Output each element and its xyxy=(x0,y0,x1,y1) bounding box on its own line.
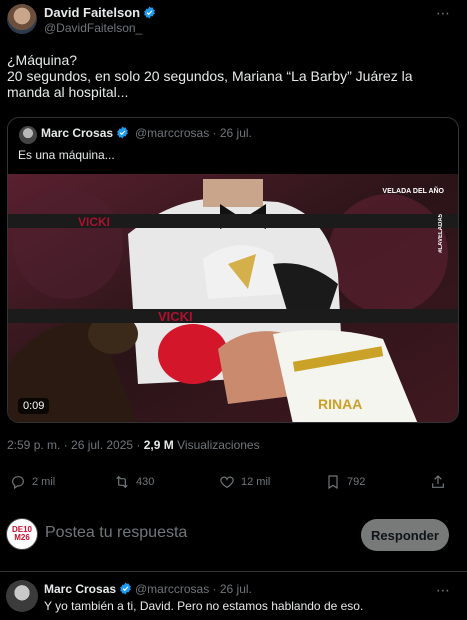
reply-count: 2 mil xyxy=(32,476,56,488)
velada-hashtag: #LAVELADA5 xyxy=(438,214,444,253)
tweet-timestamp: 2:59 p. m. · 26 jul. 2025 · 2,9 M Visual… xyxy=(7,438,260,452)
timestamp-text[interactable]: 2:59 p. m. · 26 jul. 2025 · xyxy=(7,438,140,452)
video-player[interactable]: VICKI RINAA VICKI VELADA DEL AÑO #LAVELA… xyxy=(8,174,458,422)
quoted-text: Es una máquina... xyxy=(18,148,115,162)
reply-submit-button[interactable]: Responder xyxy=(361,519,449,551)
like-button[interactable]: 12 mil xyxy=(219,474,270,490)
author-name[interactable]: David Faitelson xyxy=(44,5,156,20)
main-tweet: David Faitelson @DavidFaitelson_ ⋯ ¿Máqu… xyxy=(0,0,467,572)
action-bar: 2 mil 430 12 mil 792 xyxy=(0,474,467,498)
quoted-author-name-text: Marc Crosas xyxy=(41,126,114,140)
more-options-icon[interactable]: ⋯ xyxy=(436,5,451,22)
heart-icon xyxy=(220,476,234,489)
author-name-text[interactable]: David Faitelson xyxy=(44,5,140,20)
repost-count: 430 xyxy=(136,476,155,488)
reply-icon xyxy=(12,476,24,490)
reply-text: Y yo también a ti, David. Pero no estamo… xyxy=(44,599,364,613)
reply-tweet[interactable]: Marc Crosas @marccrosas · 26 jul. ⋯ Y yo… xyxy=(0,572,467,620)
tweet-text-line2: 20 segundos, en solo 20 segundos, Marian… xyxy=(7,68,413,100)
reply-author-avatar[interactable] xyxy=(6,580,38,612)
share-icon xyxy=(432,475,444,488)
verified-badge-icon xyxy=(120,582,131,595)
views-label: Visualizaciones xyxy=(177,438,260,452)
quoted-meta: @marccrosas · 26 jul. xyxy=(135,126,252,140)
verified-badge-icon xyxy=(117,126,128,139)
boxing-video-frame: VICKI RINAA VICKI xyxy=(8,174,458,422)
bookmark-count: 792 xyxy=(347,476,366,488)
rope-logo-mid: VICKI xyxy=(158,309,193,324)
author-avatar[interactable] xyxy=(7,4,37,34)
verified-badge-icon xyxy=(144,6,155,19)
reply-author-name[interactable]: Marc Crosas xyxy=(44,582,132,596)
quoted-tweet[interactable]: Marc Crosas @marccrosas · 26 jul. Es una… xyxy=(7,117,459,423)
bookmark-button[interactable]: 792 xyxy=(325,474,365,490)
current-user-avatar[interactable]: DE10 M26 xyxy=(6,518,38,550)
quoted-author-name: Marc Crosas xyxy=(41,126,129,140)
reply-input[interactable]: Postea tu respuesta xyxy=(45,524,187,542)
like-count: 12 mil xyxy=(241,476,271,488)
reply-meta: @marccrosas · 26 jul. xyxy=(135,582,252,596)
share-button[interactable] xyxy=(430,474,452,490)
reply-more-options-icon[interactable]: ⋯ xyxy=(436,582,450,599)
repost-button[interactable]: 430 xyxy=(114,474,154,490)
tweet-text: ¿Máquina? 20 segundos, en solo 20 segund… xyxy=(7,52,457,100)
reply-button[interactable]: 2 mil xyxy=(10,474,55,490)
repost-icon xyxy=(116,475,128,489)
video-duration: 0:09 xyxy=(18,398,50,414)
velada-logo: VELADA DEL AÑO xyxy=(382,188,444,195)
tweet-text-line1: ¿Máquina? xyxy=(7,52,78,68)
shorts-lettering: RINAA xyxy=(318,396,362,412)
author-handle[interactable]: @DavidFaitelson_ xyxy=(44,21,142,35)
reply-author-name-text[interactable]: Marc Crosas xyxy=(44,582,116,596)
rope-logo-top: VICKI xyxy=(78,215,110,229)
bookmark-icon xyxy=(328,475,338,490)
views-count: 2,9 M xyxy=(143,438,174,452)
avatar-logo-text: DE10 M26 xyxy=(11,525,32,542)
quoted-author-avatar xyxy=(19,126,37,144)
reply-composer: DE10 M26 Postea tu respuesta Responder xyxy=(0,508,467,564)
